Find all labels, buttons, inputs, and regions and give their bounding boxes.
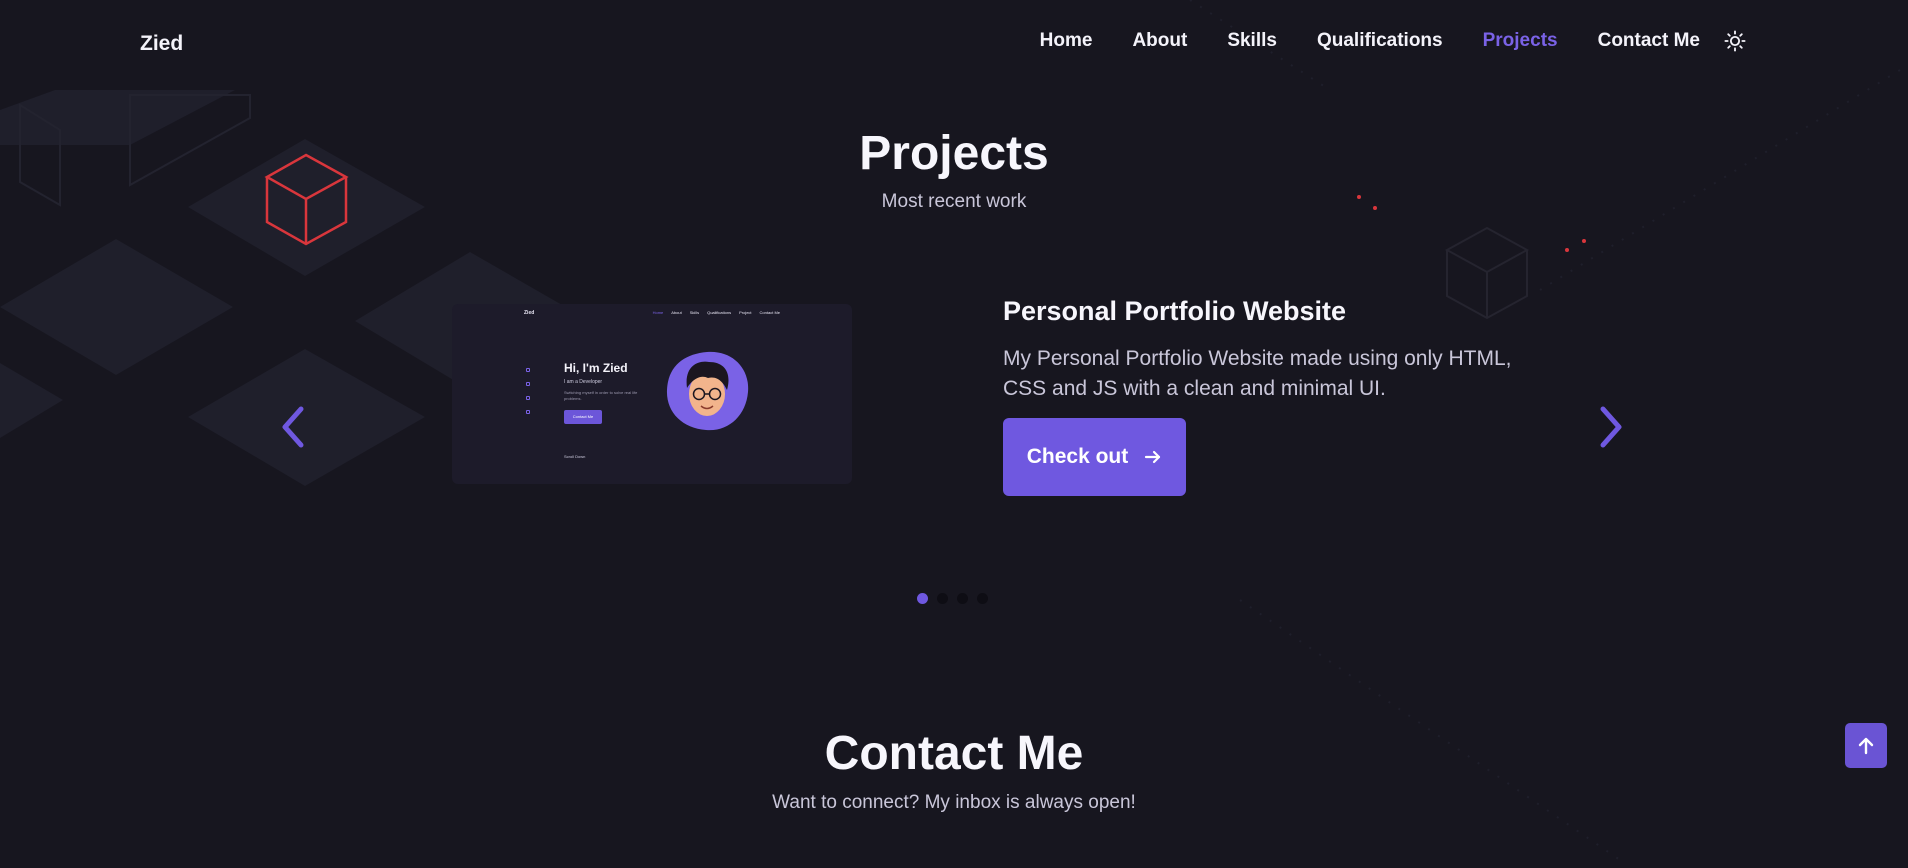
nav-about[interactable]: About [1132,30,1187,52]
preview-description: Switching myself in order to solve real … [564,390,638,401]
preview-scroll-label: Scroll Down [564,454,586,459]
site-header: Zied Home About Skills Qualifications Pr… [0,0,1908,88]
site-logo[interactable]: Zied [140,32,183,56]
preview-button: Contact Me [564,410,602,424]
pagination-dot[interactable] [937,593,948,604]
project-preview-image: Zied Home About Skills Qualifications Pr… [452,304,852,484]
chevron-right-icon[interactable] [1591,402,1631,452]
nav-qualifications[interactable]: Qualifications [1317,30,1443,52]
check-out-label: Check out [1026,445,1129,468]
project-description: My Personal Portfolio Website made using… [1003,347,1512,400]
arrow-up-icon [1858,737,1874,754]
preview-social-icons [526,368,530,414]
sun-icon[interactable] [1722,28,1748,54]
pagination-dot[interactable] [977,593,988,604]
projects-title: Projects [859,127,1049,180]
nav-projects[interactable]: Projects [1483,30,1558,52]
carousel-pagination [917,593,988,604]
main-nav: Home About Skills Qualifications Project… [1000,28,1748,54]
nav-contact[interactable]: Contact Me [1598,30,1700,52]
arrow-right-icon [1145,450,1161,464]
chevron-left-icon[interactable] [275,402,315,452]
scroll-to-top-button[interactable] [1845,723,1887,768]
preview-nav-item: About [671,310,682,315]
nav-skills[interactable]: Skills [1227,30,1277,52]
contact-title: Contact Me [824,727,1084,780]
preview-nav-item: Project [739,310,752,315]
project-title: Personal Portfolio Website [1003,296,1347,326]
pagination-dot[interactable] [917,593,928,604]
preview-nav-item: Skills [689,310,700,315]
preview-greeting: Hi, I'm Zied [564,361,628,375]
pagination-dot[interactable] [957,593,968,604]
preview-nav-item: Home [652,310,664,315]
projects-subtitle: Most recent work [881,191,1027,212]
preview-nav-item: Qualifications [707,310,732,315]
check-out-button[interactable]: Check out [1003,418,1186,496]
preview-role: I am a Developer [564,379,603,385]
preview-logo: Zied [524,310,535,316]
avatar-icon [666,351,749,431]
contact-subtitle: Want to connect? My inbox is always open… [772,792,1136,813]
preview-nav: Home About Skills Qualifications Project… [653,310,780,315]
preview-nav-item: Contact Me [759,310,780,315]
nav-home[interactable]: Home [1040,30,1093,52]
